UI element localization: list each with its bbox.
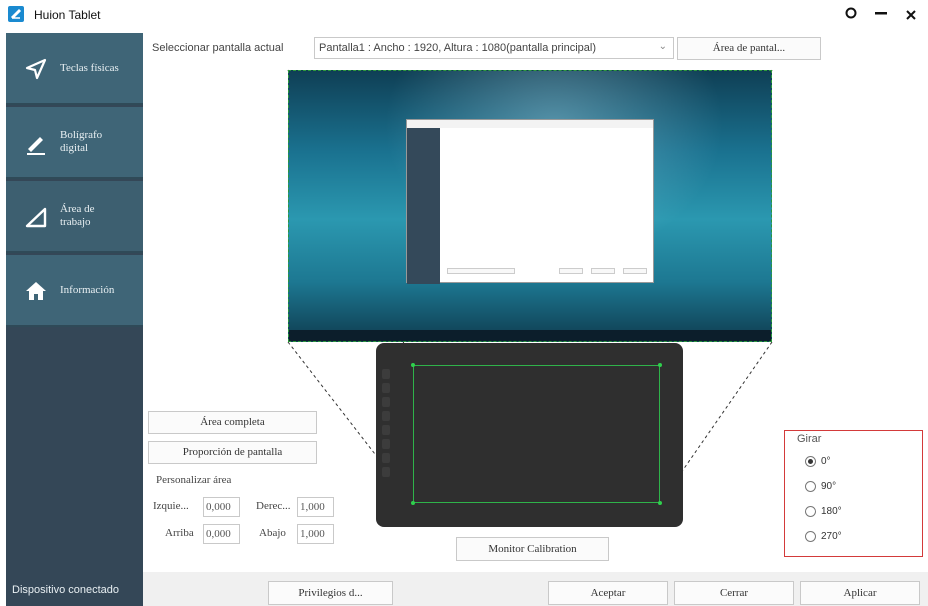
close-button[interactable]: Cerrar (674, 581, 794, 605)
area-handle-bottom-left[interactable] (411, 501, 415, 505)
radio-selected-icon (805, 456, 816, 467)
rotation-title: Girar (797, 433, 822, 445)
preview-taskbar (289, 330, 771, 341)
tablet-active-area[interactable] (413, 365, 660, 503)
customize-area-label: Personalizar área (156, 474, 232, 486)
top-label: Arriba (165, 527, 194, 539)
tablet-express-keys (382, 369, 390, 499)
full-area-button[interactable]: Área completa (148, 411, 317, 434)
area-handle-top-left[interactable] (411, 363, 415, 367)
accept-button[interactable]: Aceptar (548, 581, 668, 605)
screen-ratio-button[interactable]: Proporción de pantalla (148, 441, 317, 464)
area-handle-top-right[interactable] (658, 363, 662, 367)
left-field[interactable]: 0,000 (203, 497, 240, 517)
area-handle-bottom-right[interactable] (658, 501, 662, 505)
radio-icon (805, 481, 816, 492)
top-field[interactable]: 0,000 (203, 524, 240, 544)
monitor-calibration-button[interactable]: Monitor Calibration (456, 537, 609, 561)
radio-icon (805, 531, 816, 542)
monitor-preview (288, 70, 772, 342)
bottom-field[interactable]: 1,000 (297, 524, 334, 544)
bottom-label: Abajo (259, 527, 286, 539)
left-label: Izquie... (153, 500, 189, 512)
privileges-button[interactable]: Privilegios d... (268, 581, 393, 605)
radio-icon (805, 506, 816, 517)
right-label: Derec... (256, 500, 291, 512)
preview-app-window (406, 119, 654, 284)
rotation-group: Girar 0° 90° 180° 270° (784, 430, 923, 557)
right-field[interactable]: 1,000 (297, 497, 334, 517)
apply-button[interactable]: Aplicar (800, 581, 920, 605)
